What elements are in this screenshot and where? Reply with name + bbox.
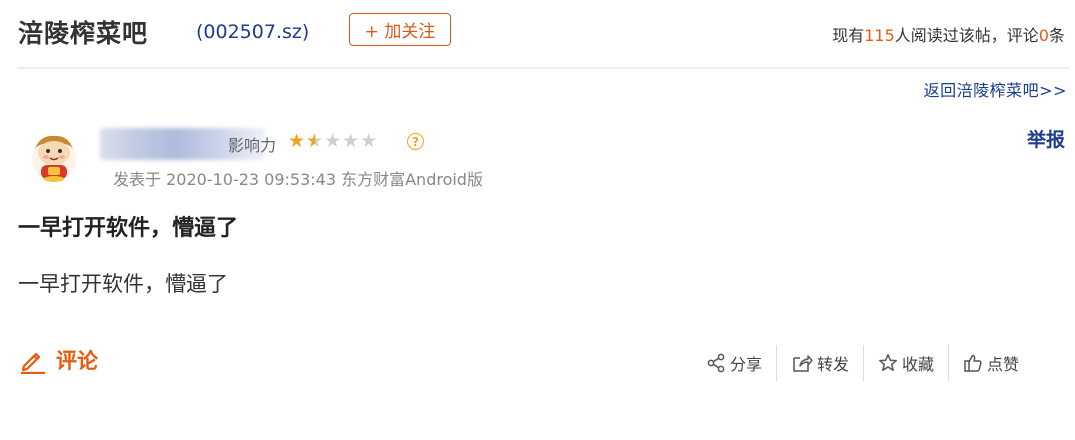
rating-star-icon: ★ xyxy=(324,130,343,152)
follow-button[interactable]: + 加关注 xyxy=(349,13,451,46)
stock-code[interactable]: (002507.sz) xyxy=(196,21,309,43)
question-icon[interactable]: ? xyxy=(407,133,424,150)
report-link[interactable]: 举报 xyxy=(1027,125,1065,152)
influence-rating: ★★★★★ xyxy=(288,130,378,152)
forward-label: 转发 xyxy=(817,355,850,374)
back-to-forum-link[interactable]: 返回涪陵榨菜吧>> xyxy=(924,77,1067,101)
like-button[interactable]: 点赞 xyxy=(949,345,1033,381)
rating-star-icon: ★ xyxy=(288,130,307,152)
favorite-label: 收藏 xyxy=(902,355,935,374)
post-title: 一早打开软件，懵逼了 xyxy=(18,216,239,241)
rating-star-icon: ★ xyxy=(342,130,361,152)
post-meta: 发表于 2020-10-23 09:53:43 东方财富Android版 xyxy=(113,170,483,189)
star-icon xyxy=(879,354,897,371)
read-stats: 现有115人阅读过该帖，评论0条 xyxy=(832,22,1065,46)
comment-label: 评论 xyxy=(56,349,98,373)
post-actions: 分享 转发 收藏 点赞 xyxy=(706,345,1033,381)
stats-middle: 人阅读过该帖，评论 xyxy=(894,26,1039,45)
forward-button[interactable]: 转发 xyxy=(777,345,863,381)
avatar[interactable] xyxy=(26,129,82,185)
read-count: 115 xyxy=(864,26,895,45)
share-label: 分享 xyxy=(730,355,763,374)
post-body: 一早打开软件，懵逼了 xyxy=(18,272,228,296)
avatar-image xyxy=(32,135,76,182)
share-icon xyxy=(707,353,725,373)
favorite-button[interactable]: 收藏 xyxy=(864,345,948,381)
share-button[interactable]: 分享 xyxy=(706,345,776,381)
stats-suffix: 条 xyxy=(1048,26,1065,45)
comment-button[interactable]: 评论 xyxy=(18,345,98,375)
rating-star-icon: ★ xyxy=(306,130,325,152)
rating-star-icon: ★ xyxy=(360,130,379,152)
forum-name[interactable]: 涪陵榨菜吧 xyxy=(18,14,148,50)
header-divider xyxy=(17,67,1069,69)
influence-label: 影响力 xyxy=(228,136,277,155)
comment-count: 0 xyxy=(1038,26,1049,45)
pencil-icon xyxy=(21,352,45,374)
stats-prefix: 现有 xyxy=(832,26,865,45)
forward-icon xyxy=(793,355,813,372)
thumbs-up-icon xyxy=(964,354,982,372)
like-label: 点赞 xyxy=(987,355,1020,374)
